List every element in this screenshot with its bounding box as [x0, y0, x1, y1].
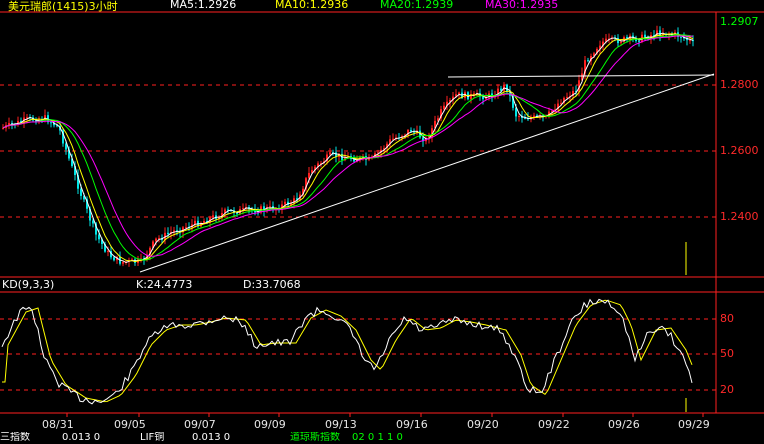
- kd-d-value: D:33.7068: [243, 278, 301, 291]
- candlestick: [443, 105, 445, 110]
- candlestick: [212, 215, 214, 218]
- candlestick: [644, 34, 646, 38]
- kd-k-value: K:24.4773: [136, 278, 193, 291]
- candlestick: [659, 30, 661, 36]
- date-label: 09/29: [678, 418, 710, 431]
- candlestick: [242, 208, 244, 210]
- candlestick: [566, 96, 568, 98]
- candlestick: [236, 213, 238, 215]
- candlestick: [107, 251, 109, 253]
- candlestick: [689, 40, 691, 42]
- ma5-label: MA5:1.2926: [170, 0, 237, 11]
- date-label: 09/09: [254, 418, 286, 431]
- candlestick: [269, 206, 271, 208]
- price-tick: 1.2400: [720, 210, 759, 223]
- price-chart[interactable]: [0, 0, 764, 444]
- kd-tick: 20: [720, 383, 734, 396]
- candlestick: [473, 93, 475, 95]
- trendline-support: [139, 73, 715, 273]
- date-label: 09/07: [184, 418, 216, 431]
- bottom-tab[interactable]: 道琼斯指数: [290, 432, 350, 444]
- chart-window: 美元瑞郎(1415)3小时 MA5:1.2926 MA10:1.2936 MA2…: [0, 0, 764, 444]
- candlestick: [410, 129, 412, 132]
- date-label: 09/05: [114, 418, 146, 431]
- ma30-label: MA30:1.2935: [485, 0, 559, 11]
- candlestick: [638, 41, 640, 43]
- candlestick: [506, 84, 508, 92]
- chart-title: 美元瑞郎(1415)3小时: [8, 0, 118, 13]
- date-label: 09/20: [467, 418, 499, 431]
- ma10-label: MA10:1.2936: [275, 0, 349, 11]
- current-price-label: 1.2907: [720, 15, 759, 28]
- candlestick: [620, 41, 622, 44]
- candlestick: [113, 257, 115, 261]
- kd-d-line: [2, 299, 693, 403]
- ma20-line: [2, 34, 694, 261]
- bottom-tab[interactable]: LIF铜: [140, 432, 190, 444]
- ma20-label: MA20:1.2939: [380, 0, 454, 11]
- date-label: 09/26: [608, 418, 640, 431]
- kd-tick: 80: [720, 312, 734, 325]
- candlestick: [167, 232, 169, 234]
- kd-tick: 50: [720, 347, 734, 360]
- candlestick: [329, 152, 331, 155]
- bottom-tab-value: 0.013 0: [62, 432, 101, 443]
- price-tick: 1.2800: [720, 78, 759, 91]
- candlestick: [155, 238, 157, 242]
- kd-title: KD(9,3,3): [2, 278, 55, 291]
- candlestick: [587, 60, 589, 62]
- candlestick: [518, 116, 520, 118]
- bottom-tab[interactable]: 三指数: [0, 432, 60, 444]
- candlestick: [50, 122, 52, 124]
- ma5-line: [2, 32, 694, 264]
- date-label: 09/16: [396, 418, 428, 431]
- kd-k-line: [1, 298, 693, 405]
- date-label: 09/13: [325, 418, 357, 431]
- candlestick: [122, 261, 124, 264]
- ma30-line: [2, 35, 694, 257]
- ma10-line: [2, 33, 694, 263]
- date-label: 08/31: [42, 418, 74, 431]
- bottom-tab-value: 02 0 1 1 0: [352, 432, 403, 443]
- price-tick: 1.2600: [720, 144, 759, 157]
- candlestick: [680, 36, 682, 38]
- candlestick: [284, 201, 286, 205]
- bottom-tab-value: 0.013 0: [192, 432, 231, 443]
- date-label: 09/22: [538, 418, 570, 431]
